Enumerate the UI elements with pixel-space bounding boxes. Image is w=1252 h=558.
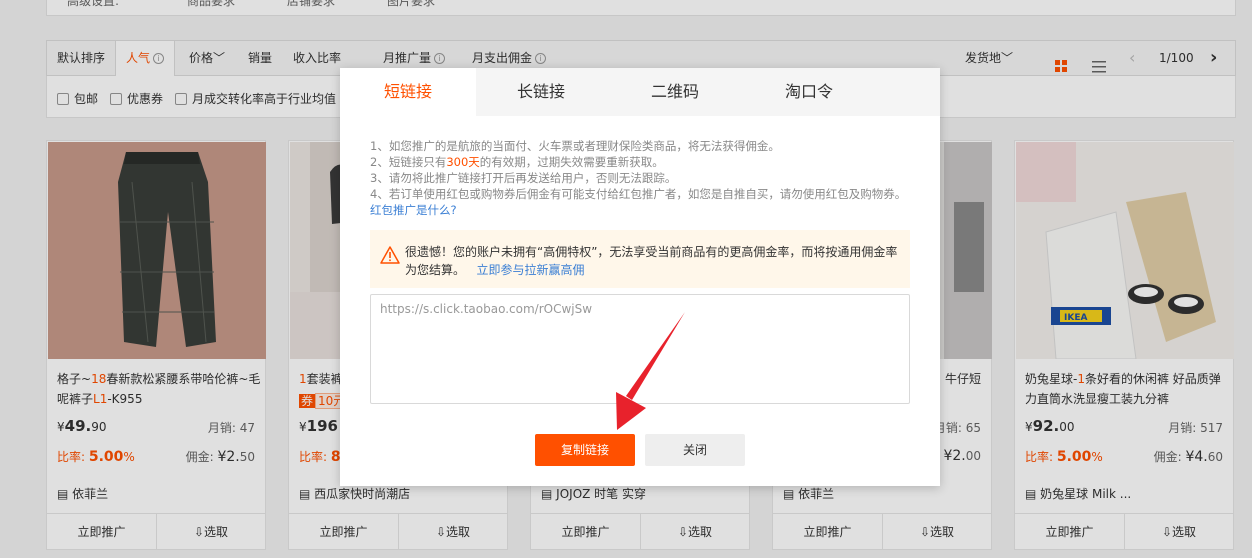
short-link-textarea[interactable]: https://s.click.taobao.com/rOCwjSw (370, 294, 910, 404)
warning-text: 很遗憾！您的账户未拥有“高佣特权”，无法享受当前商品有的更高佣金率，而将按通用佣… (405, 245, 898, 277)
red-packet-help-link[interactable]: 红包推广是什么? (370, 203, 457, 217)
warning-icon (380, 246, 400, 264)
notice-item: 4、若订单使用红包或购物券后佣金有可能支付给红包推广者，如您是自推自买，请勿使用… (370, 187, 907, 217)
link-type-tabs: 短链接 长链接 二维码 淘口令 (340, 68, 940, 116)
tab-taokouling[interactable]: 淘口令 (744, 68, 874, 116)
tab-long-link[interactable]: 长链接 (476, 68, 606, 116)
copy-link-button[interactable]: 复制链接 (535, 434, 635, 466)
tab-short-link[interactable]: 短链接 (340, 68, 476, 116)
join-high-commission-link[interactable]: 立即参与拉新赢高佣 (476, 263, 584, 277)
warning-banner: 很遗憾！您的账户未拥有“高佣特权”，无法享受当前商品有的更高佣金率，而将按通用佣… (370, 230, 910, 288)
close-button[interactable]: 关闭 (645, 434, 745, 466)
notice-item: 2、短链接只有300天的有效期，过期失效需要重新获取。 (370, 155, 664, 169)
notice-list: 1、如您推广的是航旅的当面付、火车票或者理财保险类商品，将无法获得佣金。 2、短… (370, 138, 910, 218)
notice-item: 1、如您推广的是航旅的当面付、火车票或者理财保险类商品，将无法获得佣金。 (370, 139, 780, 153)
promo-link-dialog: 短链接 长链接 二维码 淘口令 1、如您推广的是航旅的当面付、火车票或者理财保险… (340, 68, 940, 486)
tab-qrcode[interactable]: 二维码 (606, 68, 744, 116)
notice-item: 3、请勿将此推广链接打开后再发送给用户，否则无法跟踪。 (370, 171, 677, 185)
